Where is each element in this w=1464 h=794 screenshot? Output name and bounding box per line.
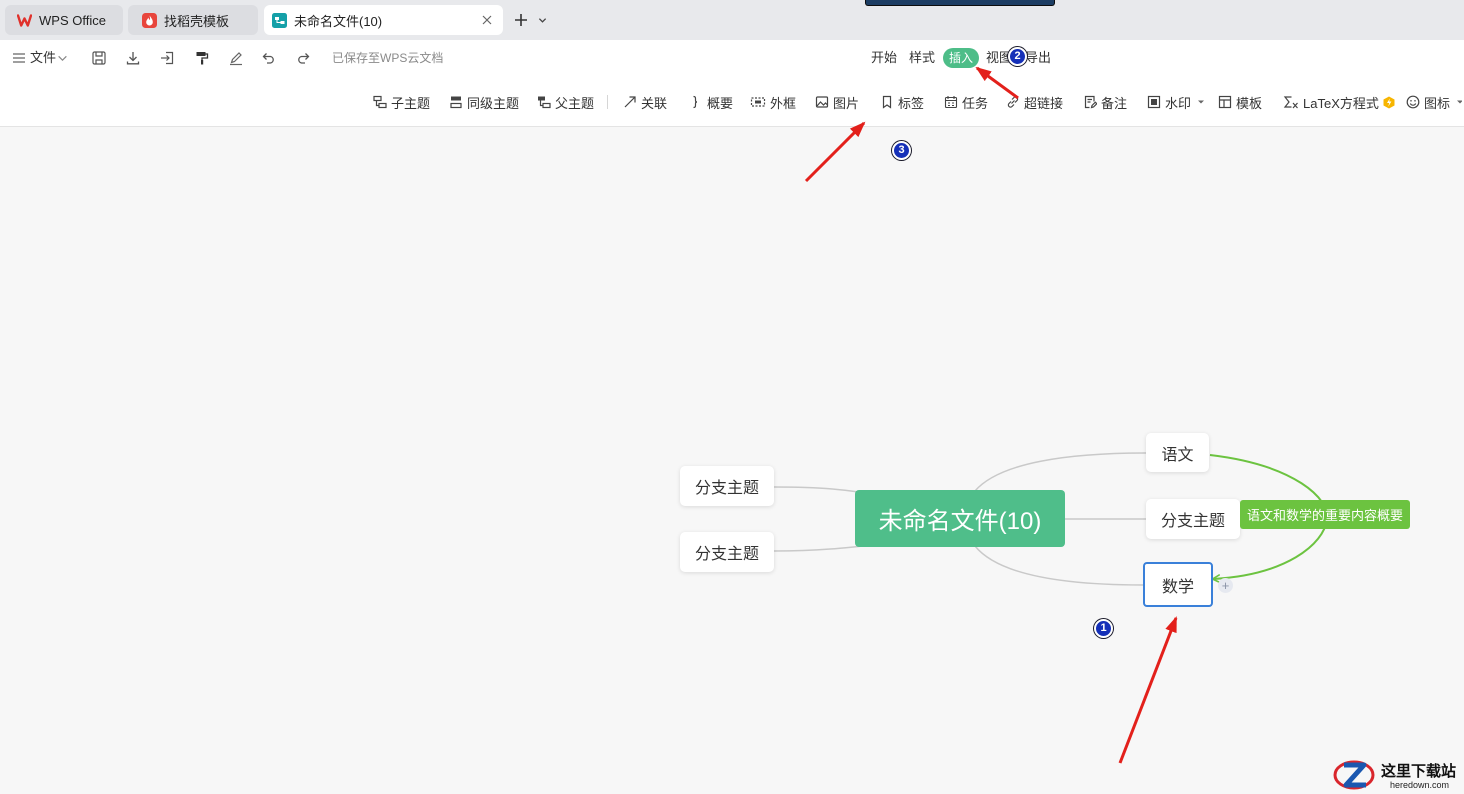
- export-icon[interactable]: [159, 50, 175, 66]
- overlay-bar: [865, 0, 1055, 6]
- branch-topic-left-2[interactable]: 分支主题: [680, 532, 774, 572]
- subtopic-icon: [373, 95, 387, 109]
- tag-icon: [882, 95, 892, 109]
- tab-untitled-mindmap[interactable]: 未命名文件(10): [264, 5, 503, 35]
- add-child-button[interactable]: +: [1218, 578, 1233, 593]
- branch-topic-math[interactable]: 数学: [1143, 562, 1213, 607]
- pen-icon[interactable]: [228, 50, 244, 66]
- relationship-label: 关联: [641, 95, 668, 111]
- note-icon: [1084, 95, 1097, 109]
- chevron-down-icon[interactable]: [57, 53, 68, 64]
- tab-style[interactable]: 样式: [909, 49, 935, 67]
- heredown-logo-icon: [1333, 760, 1375, 790]
- latex-icon: [1283, 96, 1298, 109]
- note-button[interactable]: 备注: [1083, 92, 1127, 112]
- format-painter-icon[interactable]: [194, 50, 210, 66]
- sibling-topic-label: 同级主题: [467, 95, 520, 111]
- template-button[interactable]: 模板: [1218, 92, 1262, 112]
- summary-topic[interactable]: 语文和数学的重要内容概要: [1240, 500, 1410, 529]
- hyperlink-button[interactable]: 超链接: [1006, 92, 1063, 112]
- tab-label: 未命名文件(10): [294, 13, 383, 29]
- task-label: 任务: [962, 95, 989, 111]
- tag-label: 标签: [898, 95, 925, 111]
- watermark-domain: heredown.com: [1390, 780, 1450, 790]
- download-icon[interactable]: [125, 50, 141, 66]
- wps-logo-icon: [17, 13, 32, 27]
- connector-line: [974, 452, 1147, 492]
- latex-equation-label: LaTeX方程式: [1303, 95, 1379, 111]
- icon-insert-button[interactable]: 图标: [1406, 92, 1462, 112]
- toolbar-area: 文件 已保存至WPS云文档 开始 样式 插入 视图 导出 子主题 同级主题 父主…: [0, 40, 1464, 127]
- summary-icon: [693, 95, 698, 109]
- sibling-topic-button[interactable]: 同级主题: [449, 92, 519, 112]
- summary-button[interactable]: 概要: [689, 92, 733, 112]
- hyperlink-label: 超链接: [1024, 95, 1064, 111]
- boundary-button[interactable]: 外框: [750, 92, 796, 112]
- close-icon[interactable]: [481, 14, 493, 26]
- menu-icon[interactable]: [11, 50, 27, 66]
- parent-topic-label: 父主题: [555, 95, 595, 111]
- latex-equation-button[interactable]: LaTeX方程式: [1283, 92, 1395, 112]
- subtopic-button[interactable]: 子主题: [373, 92, 430, 112]
- tab-docer-templates[interactable]: 找稻壳模板: [128, 5, 258, 35]
- tag-button[interactable]: 标签: [880, 92, 924, 112]
- branch-topic-right[interactable]: 分支主题: [1146, 499, 1240, 539]
- mindmap-canvas[interactable]: 未命名文件(10) 分支主题 分支主题 语文 分支主题 数学 + 语文和数学的重…: [0, 127, 1464, 794]
- tab-wps-office[interactable]: WPS Office: [5, 5, 123, 35]
- parent-topic-icon: [538, 96, 551, 109]
- image-button[interactable]: 图片: [815, 92, 859, 112]
- note-label: 备注: [1101, 95, 1128, 111]
- watermark-name: 这里下载站: [1381, 762, 1457, 780]
- boundary-icon: [750, 97, 766, 107]
- parent-topic-button[interactable]: 父主题: [537, 92, 594, 112]
- icon-insert-label: 图标: [1424, 95, 1451, 111]
- sibling-topic-icon: [450, 96, 462, 109]
- task-button[interactable]: 任务: [944, 92, 988, 112]
- vip-lightning-icon: [1383, 96, 1395, 108]
- file-menu-button[interactable]: 文件: [30, 49, 56, 67]
- image-icon: [815, 96, 829, 108]
- template-icon: [1218, 95, 1232, 109]
- branch-topic-chinese[interactable]: 语文: [1146, 433, 1209, 472]
- tab-start[interactable]: 开始: [871, 49, 897, 67]
- tab-export[interactable]: 导出: [1025, 49, 1051, 67]
- branch-topic-left-1[interactable]: 分支主题: [680, 466, 774, 506]
- root-topic[interactable]: 未命名文件(10): [855, 490, 1065, 547]
- tab-label: WPS Office: [39, 12, 106, 28]
- save-icon[interactable]: [91, 50, 107, 66]
- dropdown-caret-icon: [1198, 100, 1205, 104]
- docer-icon: [142, 12, 157, 28]
- tab-insert[interactable]: 插入: [943, 48, 980, 68]
- chevron-down-icon[interactable]: [538, 16, 547, 25]
- task-icon: [944, 96, 958, 109]
- watermark-icon: [1147, 95, 1161, 109]
- step-marker-1: 1: [1094, 619, 1113, 638]
- summary-label: 概要: [707, 95, 734, 111]
- boundary-label: 外框: [770, 95, 797, 111]
- mindmap-connectors: [773, 452, 1329, 586]
- new-tab-icon[interactable]: [513, 12, 529, 28]
- redo-icon[interactable]: [295, 50, 311, 66]
- connector-line: [974, 545, 1144, 586]
- template-label: 模板: [1236, 95, 1263, 111]
- watermark-label: 水印: [1165, 95, 1192, 111]
- step-marker-3: 3: [892, 141, 911, 160]
- tab-label: 找稻壳模板: [164, 13, 230, 29]
- watermark-button[interactable]: 水印: [1147, 92, 1205, 112]
- undo-icon[interactable]: [261, 50, 277, 66]
- hyperlink-icon: [1007, 96, 1019, 108]
- toolbar-divider: [607, 95, 608, 109]
- image-label: 图片: [833, 95, 860, 111]
- subtopic-label: 子主题: [391, 95, 431, 111]
- step-marker-2: 2: [1008, 47, 1027, 66]
- dropdown-caret-icon: [1457, 100, 1462, 104]
- mindmap-file-icon: [272, 12, 287, 28]
- relationship-icon: [624, 96, 636, 108]
- relationship-button[interactable]: 关联: [623, 92, 667, 112]
- emoji-icon: [1406, 95, 1420, 109]
- save-status: 已保存至WPS云文档: [332, 51, 444, 65]
- tab-bar: WPS Office 找稻壳模板 未命名文件(10): [0, 0, 1464, 40]
